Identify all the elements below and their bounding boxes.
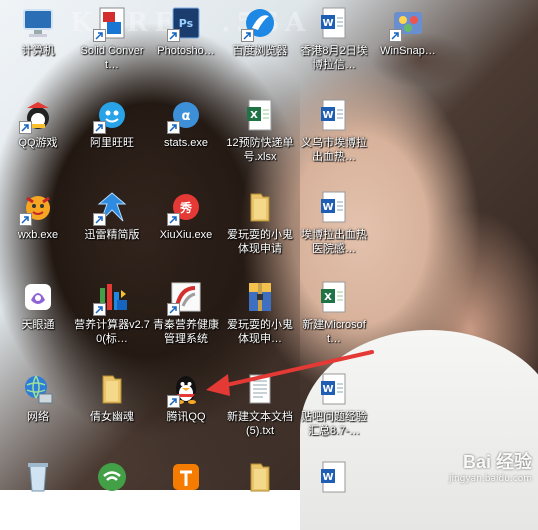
baidu-jingyan-watermark: Bai 经验 jingyan.baidu.com <box>449 448 532 484</box>
baidu-url-text: jingyan.baidu.com <box>448 474 532 484</box>
annotation-arrow <box>206 350 374 396</box>
baidu-logo-text: Bai 经验 <box>462 452 532 472</box>
